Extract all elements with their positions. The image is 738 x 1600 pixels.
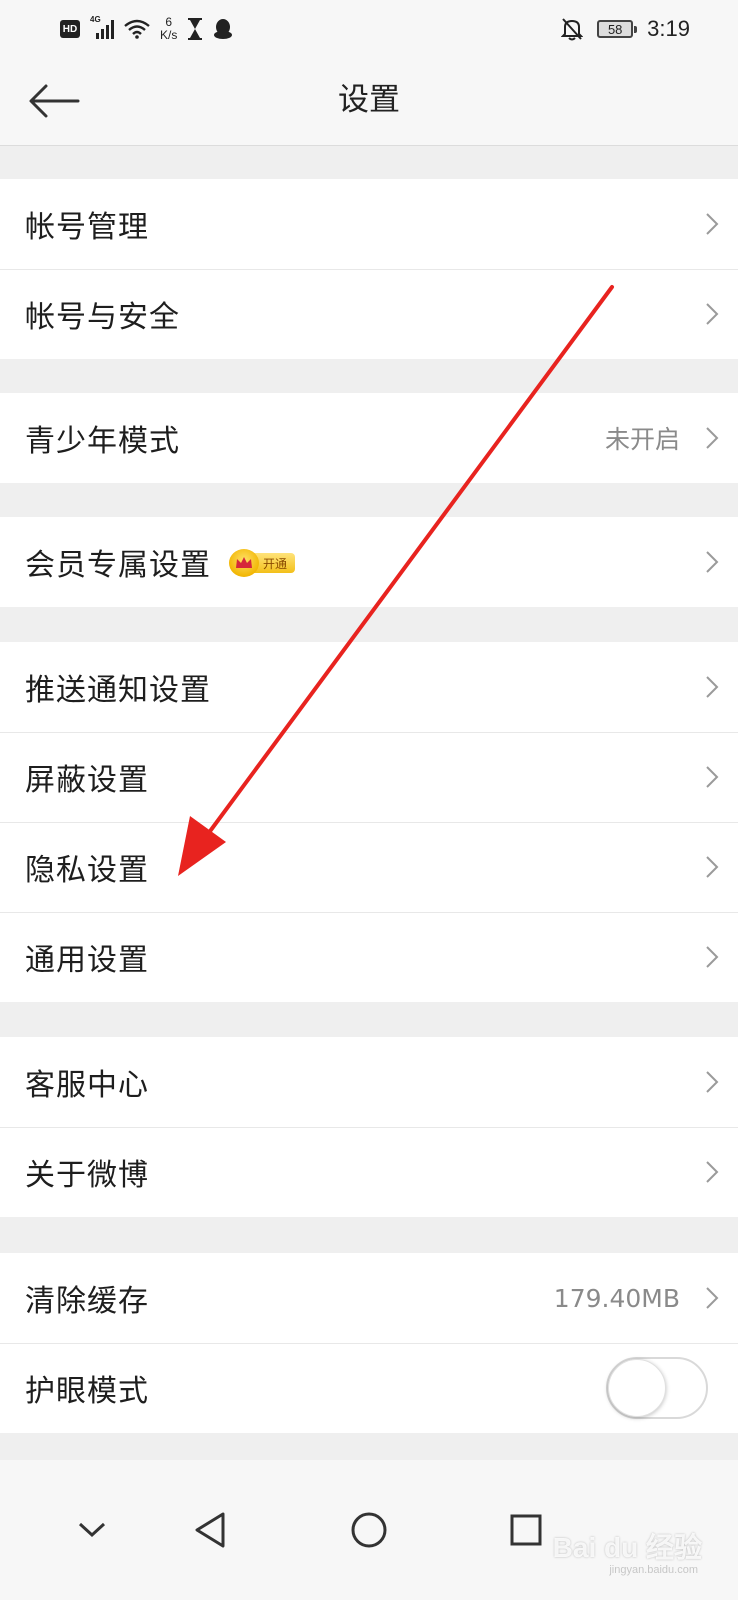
settings-item-label: 屏蔽设置 <box>25 763 149 798</box>
network-speed: 6 K/s <box>160 16 177 42</box>
youth-mode-status: 未开启 <box>604 425 680 454</box>
arrow-left-icon <box>29 84 80 118</box>
crown-icon <box>229 549 259 577</box>
settings-item-label: 会员专属设置 <box>25 548 211 583</box>
settings-group-youth: 青少年模式 未开启 <box>0 393 738 483</box>
settings-item-label: 推送通知设置 <box>25 673 211 708</box>
wifi-icon <box>124 19 150 39</box>
settings-item-account-security[interactable]: 帐号与安全 <box>0 269 738 359</box>
watermark-url: jingyan.baidu.com <box>609 1564 698 1576</box>
qq-penguin-icon <box>214 19 233 39</box>
status-left: HD 4G 6 K/s <box>60 12 233 46</box>
notifications-off-icon <box>561 18 584 41</box>
settings-item-privacy-settings[interactable]: 隐私设置 <box>0 822 738 912</box>
settings-item-clear-cache[interactable]: 清除缓存 179.40MB <box>0 1253 738 1343</box>
settings-item-block-settings[interactable]: 屏蔽设置 <box>0 732 738 822</box>
back-button[interactable] <box>22 76 86 126</box>
settings-group-general: 推送通知设置 屏蔽设置 隐私设置 通用设置 <box>0 642 738 1002</box>
chevron-right-icon <box>706 946 719 968</box>
settings-item-youth-mode[interactable]: 青少年模式 未开启 <box>0 393 738 483</box>
system-home-button[interactable] <box>339 1500 399 1560</box>
cellular-signal-icon: 4G <box>90 15 114 39</box>
clock: 3:19 <box>647 16 690 41</box>
settings-item-label: 帐号与安全 <box>25 300 180 335</box>
system-recents-button[interactable] <box>496 1500 556 1560</box>
chevron-right-icon <box>706 766 719 788</box>
hide-nav-button[interactable] <box>62 1500 122 1560</box>
chevron-right-icon <box>706 1071 719 1093</box>
settings-item-label: 护眼模式 <box>25 1374 149 1409</box>
chevron-right-icon <box>706 856 719 878</box>
network-speed-unit: K/s <box>160 28 178 42</box>
battery-icon: 58 <box>597 20 638 38</box>
baidu-jingyan-watermark: Bai du 经验 <box>552 1532 702 1563</box>
settings-item-vip-settings[interactable]: 会员专属设置 开通 <box>0 517 738 607</box>
chevron-down-icon <box>78 1522 106 1538</box>
chevron-right-icon <box>706 676 719 698</box>
hourglass-icon <box>188 18 203 40</box>
system-nav-bar: Bai du 经验 jingyan.baidu.com <box>0 1460 738 1600</box>
settings-item-label: 通用设置 <box>25 943 149 978</box>
settings-item-label: 帐号管理 <box>25 210 149 245</box>
nav-bar: 设置 <box>0 58 738 146</box>
eye-care-toggle[interactable] <box>606 1357 708 1419</box>
settings-group-vip: 会员专属设置 开通 <box>0 517 738 607</box>
back-triangle-icon <box>195 1512 225 1548</box>
recents-square-icon <box>510 1514 542 1546</box>
settings-item-label: 客服中心 <box>25 1068 149 1103</box>
settings-item-label: 青少年模式 <box>25 424 180 459</box>
chevron-right-icon <box>706 551 719 573</box>
settings-item-label: 关于微博 <box>25 1158 149 1193</box>
page-title: 设置 <box>338 82 400 118</box>
system-back-button[interactable] <box>180 1500 240 1560</box>
settings-item-label: 清除缓存 <box>25 1284 149 1319</box>
status-bar: HD 4G 6 K/s 58 3:19 <box>0 0 738 58</box>
vip-badge[interactable]: 开通 <box>229 548 296 578</box>
chevron-right-icon <box>706 1287 719 1309</box>
chevron-right-icon <box>706 213 719 235</box>
status-right: 58 3:19 <box>561 12 690 46</box>
chevron-right-icon <box>706 427 719 449</box>
chevron-right-icon <box>706 1161 719 1183</box>
settings-item-general-settings[interactable]: 通用设置 <box>0 912 738 1002</box>
settings-item-eye-care-mode: 护眼模式 <box>0 1343 738 1433</box>
settings-item-label: 隐私设置 <box>25 853 149 888</box>
settings-group-account: 帐号管理 帐号与安全 <box>0 179 738 359</box>
settings-item-customer-service[interactable]: 客服中心 <box>0 1037 738 1127</box>
settings-item-account-management[interactable]: 帐号管理 <box>0 179 738 269</box>
settings-item-push-notifications[interactable]: 推送通知设置 <box>0 642 738 732</box>
hd-icon: HD <box>60 20 80 38</box>
settings-group-cache: 清除缓存 179.40MB 护眼模式 <box>0 1253 738 1433</box>
network-type-label: 4G <box>90 15 101 24</box>
chevron-right-icon <box>706 303 719 325</box>
settings-group-help: 客服中心 关于微博 <box>0 1037 738 1217</box>
toggle-knob <box>608 1359 666 1417</box>
home-circle-icon <box>351 1512 387 1548</box>
settings-item-about-weibo[interactable]: 关于微博 <box>0 1127 738 1217</box>
cache-size: 179.40MB <box>553 1283 680 1313</box>
